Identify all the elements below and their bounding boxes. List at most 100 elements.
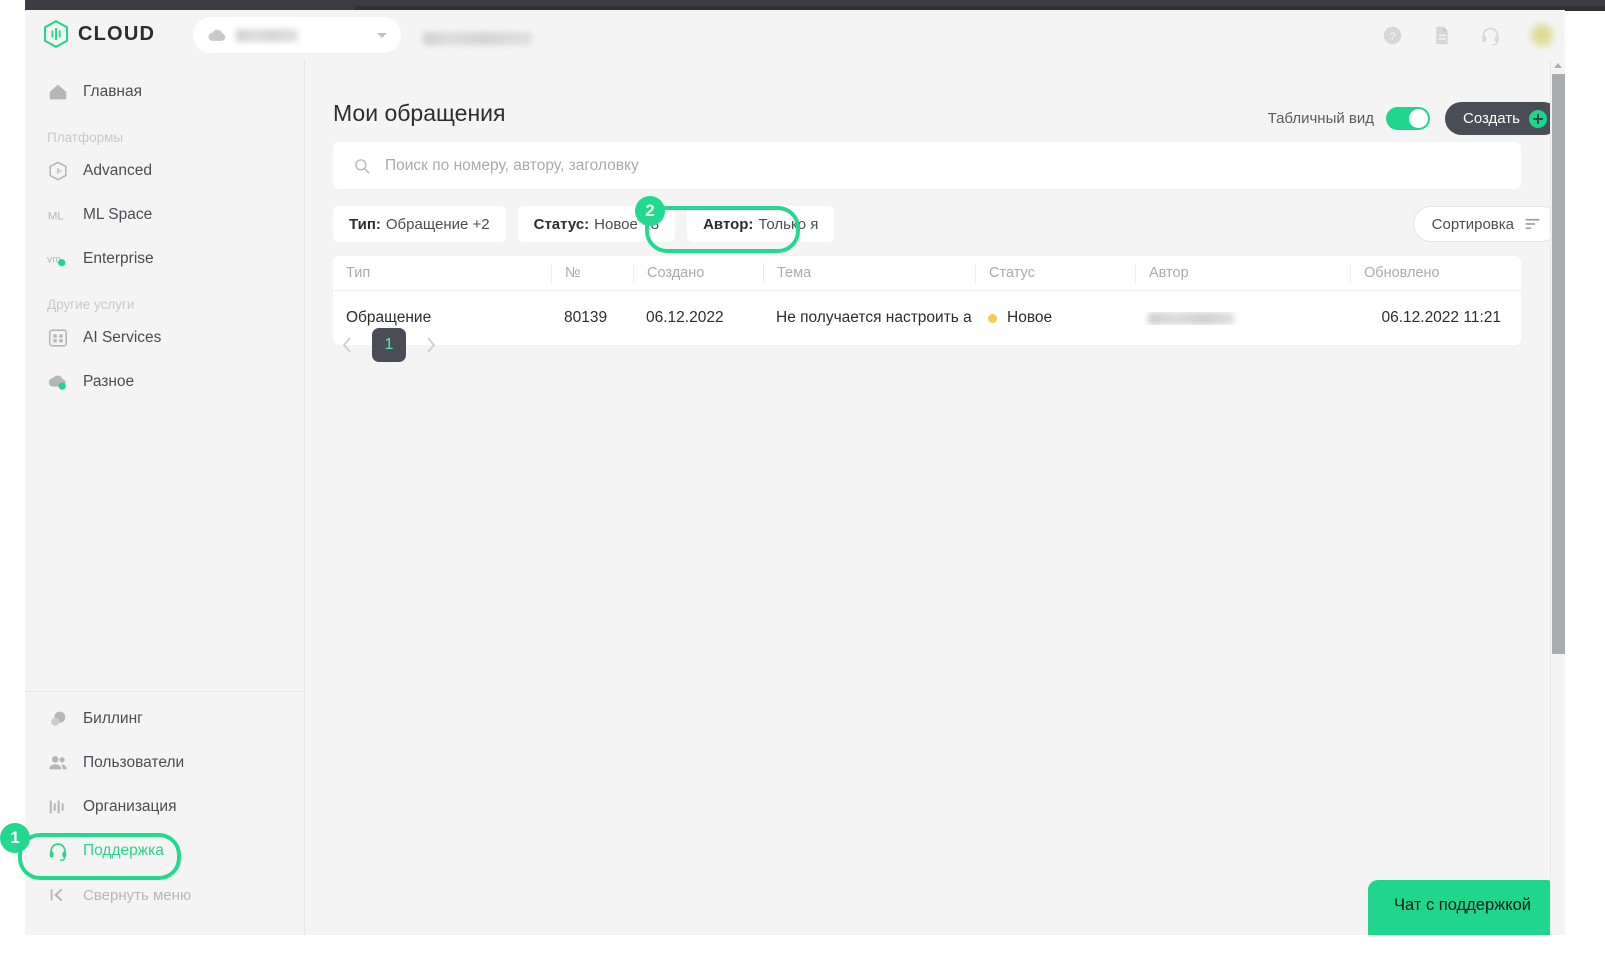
sidebar-item-label: ML Space: [83, 206, 153, 223]
sidebar-group-platforms-title: Платформы: [47, 130, 124, 145]
column-header-type: Тип: [346, 265, 371, 281]
chevron-down-icon: [377, 32, 387, 38]
pagination-prev-icon[interactable]: [333, 331, 361, 359]
filter-chip-author[interactable]: Автор: Только я: [687, 206, 835, 242]
column-header-status: Статус: [975, 263, 1135, 283]
pagination: 1: [333, 328, 445, 362]
filter-chip-row: Тип: Обращение +2 Статус: Новое +8 Автор…: [333, 206, 835, 242]
top-navigation-bar: CLOUD ?: [25, 10, 1565, 60]
sort-button[interactable]: Сортировка: [1412, 206, 1560, 242]
support-headset-icon[interactable]: [1480, 25, 1501, 46]
sidebar-item-label: Поддержка: [83, 842, 164, 859]
table-view-toggle[interactable]: Табличный вид: [1268, 107, 1430, 130]
sidebar-item-billing[interactable]: Биллинг: [25, 697, 305, 741]
brand-name: CLOUD: [78, 22, 156, 45]
cloud-icon: [208, 29, 226, 41]
cell-created: 06.12.2022: [646, 309, 724, 326]
sidebar-bottom-section: Биллинг Пользователи Организация Поддерж…: [25, 697, 305, 917]
table-header-row: Тип № Создано Тема Статус Автор Обновлен…: [333, 256, 1521, 291]
sidebar-item-home[interactable]: Главная: [25, 70, 305, 114]
home-icon: [49, 84, 67, 100]
cell-number[interactable]: 80139: [551, 309, 633, 327]
sidebar-collapse-button[interactable]: Свернуть меню: [25, 873, 305, 917]
filter-chip-type[interactable]: Тип: Обращение +2: [333, 206, 506, 242]
sidebar-item-label: Enterprise: [83, 250, 154, 267]
svg-text:?: ?: [1389, 30, 1395, 42]
create-button-label: Создать: [1462, 110, 1520, 127]
pagination-page-1[interactable]: 1: [372, 328, 406, 362]
brand-logo[interactable]: CLOUD: [43, 20, 155, 48]
grid-icon: [48, 329, 68, 347]
sidebar-item-label: Главная: [83, 83, 142, 100]
cell-status: Новое: [975, 309, 1135, 327]
column-header-number: №: [551, 263, 633, 283]
cube-icon: [49, 161, 67, 181]
organization-icon: [49, 800, 64, 814]
scrollbar-thumb[interactable]: [1552, 74, 1565, 654]
project-selector[interactable]: [193, 17, 401, 53]
sidebar-item-label: Биллинг: [83, 710, 143, 727]
help-icon[interactable]: ?: [1382, 25, 1403, 46]
sort-icon: [1525, 218, 1540, 230]
filter-chip-key: Статус:: [533, 215, 590, 233]
status-badge: Новое: [1007, 309, 1053, 326]
ml-icon: ML: [48, 211, 64, 223]
chat-with-support-button[interactable]: Чат с поддержкой: [1368, 880, 1557, 935]
filter-chip-status[interactable]: Статус: Новое +8: [517, 206, 676, 242]
sidebar-item-organization[interactable]: Организация: [25, 785, 305, 829]
column-header-created: Создано: [633, 263, 763, 283]
sidebar-collapse-label: Свернуть меню: [83, 886, 192, 904]
search-bar[interactable]: [333, 142, 1521, 189]
sidebar-top-section: Главная Платформы Advanced ML ML Space v…: [25, 70, 305, 404]
sidebar: Главная Платформы Advanced ML ML Space v…: [25, 60, 305, 935]
column-header-updated: Обновлено: [1350, 263, 1521, 283]
application-window: CLOUD ? Главная Платформы Advanced ML ML…: [25, 10, 1565, 935]
search-input[interactable]: [385, 156, 1501, 175]
billing-icon: [51, 711, 66, 726]
table-view-toggle-label: Табличный вид: [1267, 110, 1374, 127]
vertical-scrollbar[interactable]: [1550, 60, 1565, 935]
screenshot-root: CLOUD ? Главная Платформы Advanced ML ML…: [0, 0, 1605, 975]
main-content: Мои обращения Табличный вид Создать Поис…: [306, 60, 1565, 935]
column-header-topic: Тема: [763, 263, 975, 283]
filter-chip-value: Новое +8: [594, 215, 660, 233]
top-bar-actions: ?: [1382, 22, 1555, 48]
sidebar-item-label: Разное: [83, 373, 135, 390]
support-headset-icon: [49, 843, 67, 861]
table-row[interactable]: Обращение 80139 06.12.2022 Не получается…: [333, 291, 1521, 345]
sidebar-item-ai-services[interactable]: AI Services: [25, 316, 305, 360]
toggle-knob: [1409, 109, 1428, 128]
sidebar-item-enterprise[interactable]: vm Enterprise: [25, 237, 305, 281]
sidebar-item-users[interactable]: Пользователи: [25, 741, 305, 785]
page-title: Мои обращения: [333, 100, 506, 126]
project-name-redacted: [236, 28, 298, 42]
users-icon: [49, 756, 67, 770]
sidebar-item-label: Пользователи: [83, 754, 185, 771]
filter-chip-value: Обращение +2: [385, 215, 490, 233]
pagination-next-icon[interactable]: [417, 331, 445, 359]
docs-icon[interactable]: [1431, 25, 1452, 46]
user-avatar[interactable]: [1529, 22, 1555, 48]
sidebar-item-label: AI Services: [83, 329, 162, 346]
sidebar-item-advanced[interactable]: Advanced: [25, 149, 305, 193]
sidebar-item-ml-space[interactable]: ML ML Space: [25, 193, 305, 237]
plus-circle-icon: [1529, 109, 1547, 128]
toggle-switch[interactable]: [1386, 107, 1430, 130]
status-dot-icon: [988, 313, 997, 323]
cell-author: [1135, 311, 1350, 325]
sidebar-item-label: Организация: [83, 798, 177, 815]
filter-chip-key: Автор:: [703, 215, 754, 233]
cell-topic[interactable]: Не получается настроить а: [763, 309, 975, 327]
filter-chip-key: Тип:: [349, 215, 381, 233]
search-icon: [355, 158, 370, 173]
sidebar-item-label: Advanced: [83, 162, 152, 179]
svg-text:ML: ML: [48, 211, 64, 223]
vm-icon: vm: [47, 254, 66, 267]
sidebar-group-other-title: Другие услуги: [47, 297, 135, 312]
create-button[interactable]: Создать: [1444, 102, 1560, 135]
sidebar-item-support[interactable]: Поддержка: [25, 829, 305, 873]
filter-chip-value: Только я: [758, 215, 819, 233]
sidebar-item-misc[interactable]: Разное: [25, 360, 305, 404]
scroll-up-arrow-icon[interactable]: [1554, 63, 1562, 68]
tickets-table: Тип № Создано Тема Статус Автор Обновлен…: [333, 256, 1521, 345]
